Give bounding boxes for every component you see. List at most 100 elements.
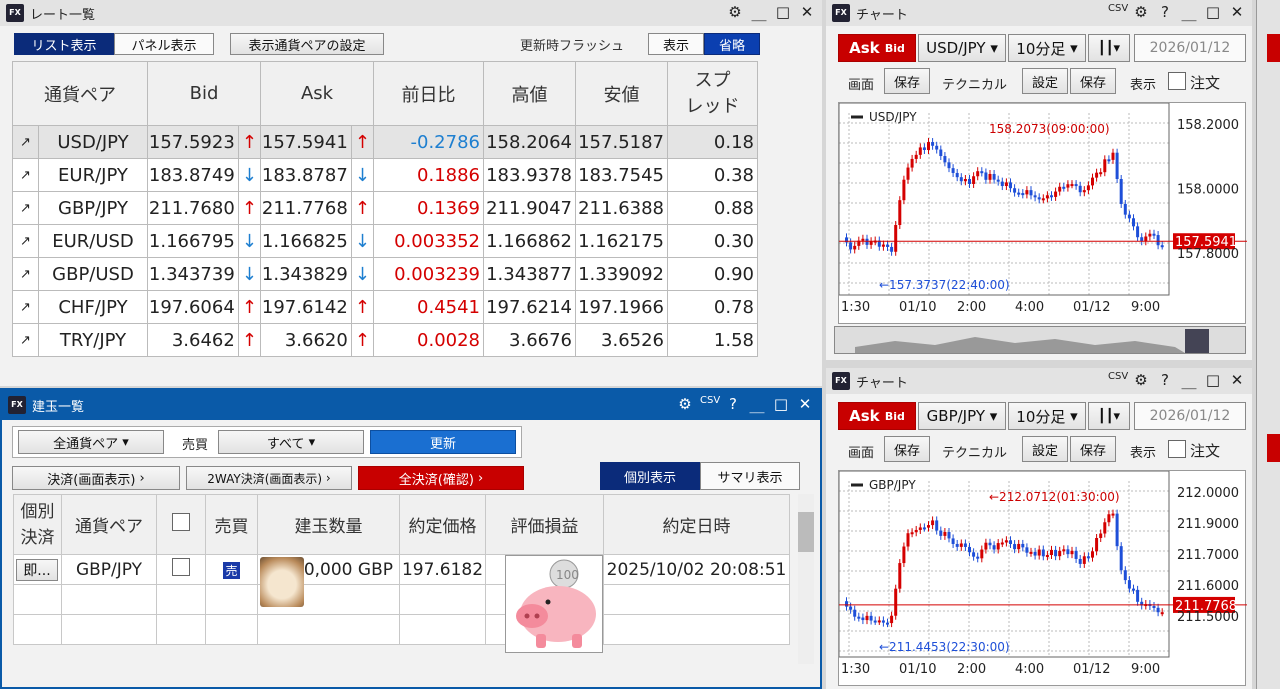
bid-cell[interactable]: 3.6462	[147, 323, 239, 357]
pair-select[interactable]: GBP/JPY ▾	[918, 402, 1006, 430]
bid-cell[interactable]: 183.8749	[147, 158, 239, 192]
close-icon[interactable]: ✕	[796, 395, 814, 416]
refresh-button[interactable]: 更新	[370, 430, 516, 454]
view-each-button[interactable]: 個別表示	[600, 462, 700, 490]
ask-cell[interactable]: 3.6620	[260, 323, 352, 357]
date-field[interactable]: 2026/01/12	[1134, 402, 1246, 430]
ask-cell[interactable]: 1.166825	[260, 224, 352, 258]
view-summary-button[interactable]: サマリ表示	[700, 462, 800, 490]
bid-cell[interactable]: 197.6064	[147, 290, 239, 324]
rate-row[interactable]: ↗ EUR/JPY 183.8749 ↓ 183.8787 ↓ 0.1886 183.9378…	[12, 158, 758, 192]
bid-cell[interactable]: 157.5923	[147, 125, 239, 159]
rate-row[interactable]: ↗ GBP/USD 1.343739 ↓ 1.343829 ↓ 0.003239 1.3438…	[12, 257, 758, 291]
svg-text:100: 100	[556, 568, 579, 582]
maximize-icon[interactable]: □	[772, 395, 790, 416]
chart-type-icon[interactable]: ┃┃▾	[1088, 34, 1130, 62]
col-high: 高値	[483, 61, 576, 126]
select-all-checkbox[interactable]	[172, 513, 190, 531]
pair-select[interactable]: USD/JPY ▾	[918, 34, 1006, 62]
settle-button[interactable]: 決済(画面表示) ›	[12, 466, 180, 490]
flash-omit-button[interactable]: 省略	[704, 33, 760, 55]
rate-list-panel: FX レート一覧 ⚙ ＿ □ ✕ リスト表示 パネル表示 表示通貨ペアの設定 更…	[0, 0, 822, 386]
csv-icon[interactable]: CSV	[1108, 371, 1128, 392]
help-icon[interactable]: ?	[1156, 3, 1174, 24]
help-icon[interactable]: ?	[724, 395, 742, 416]
x-tick-label: 01/10	[899, 662, 936, 677]
bid-cell[interactable]: 1.343739	[147, 257, 239, 291]
chart-link-icon[interactable]: ↗	[12, 257, 39, 291]
chart-link-icon[interactable]: ↗	[12, 323, 39, 357]
bid-cell[interactable]: 211.7680	[147, 191, 239, 225]
gear-icon[interactable]: ⚙	[1132, 3, 1150, 24]
timeframe-select[interactable]: 10分足 ▾	[1008, 34, 1086, 62]
rate-row[interactable]: ↗ TRY/JPY 3.6462 ↑ 3.6620 ↑ 0.0028 3.6676 3.6526…	[12, 323, 758, 357]
price-chart-gbpjpy[interactable]: GBP/JPY ←212.0712(01:30:00) ←211.4453(22:3…	[838, 470, 1249, 686]
maximize-icon[interactable]: □	[1204, 371, 1222, 392]
chart-panel-usdjpy: FX チャート CSV ⚙? ＿ □ ✕ Ask Bid USD/JPY ▾ 10分足 …	[826, 0, 1252, 360]
maximize-icon[interactable]: □	[1204, 3, 1222, 24]
technical-setting-button[interactable]: 設定	[1022, 436, 1068, 462]
minimize-icon[interactable]: ＿	[750, 3, 768, 24]
chart-link-icon[interactable]: ↗	[12, 125, 39, 159]
rate-row[interactable]: ↗ EUR/USD 1.166795 ↓ 1.166825 ↓ 0.003352 1.1668…	[12, 224, 758, 258]
csv-icon[interactable]: CSV	[700, 395, 720, 416]
row-checkbox[interactable]	[172, 558, 190, 576]
table-row[interactable]: 即... GBP/JPY 売 0,000 GBP 197.6182 2025/1…	[13, 554, 790, 607]
chart-scrollbar[interactable]	[834, 326, 1246, 354]
quick-settle-button[interactable]: 即...	[16, 558, 58, 581]
close-icon[interactable]: ✕	[1228, 371, 1246, 392]
screen-save-button[interactable]: 保存	[884, 436, 930, 462]
technical-save-button[interactable]: 保存	[1070, 68, 1116, 94]
rate-row[interactable]: ↗ GBP/JPY 211.7680 ↑ 211.7768 ↑ 0.1369 211.9047…	[12, 191, 758, 225]
tab-panel-view[interactable]: パネル表示	[114, 33, 214, 55]
ask-cell[interactable]: 1.343829	[260, 257, 352, 291]
flash-show-button[interactable]: 表示	[648, 33, 704, 55]
minimize-icon[interactable]: ＿	[748, 395, 766, 416]
ask-bid-toggle[interactable]: Ask Bid	[838, 34, 916, 62]
chart-link-icon[interactable]: ↗	[12, 158, 39, 192]
y-tick-label: 212.0000	[1177, 486, 1239, 501]
pair-setting-button[interactable]: 表示通貨ペアの設定	[230, 33, 384, 55]
twoway-settle-button[interactable]: 2WAY決済(画面表示) ›	[186, 466, 352, 490]
chart-link-icon[interactable]: ↗	[12, 290, 39, 324]
bid-cell[interactable]: 1.166795	[147, 224, 239, 258]
scrollbar[interactable]	[798, 494, 814, 664]
order-checkbox[interactable]	[1168, 72, 1186, 90]
ask-bid-toggle[interactable]: Ask Bid	[838, 402, 916, 430]
close-icon[interactable]: ✕	[798, 3, 816, 24]
rate-list-titlebar: FX レート一覧 ⚙ ＿ □ ✕	[0, 0, 822, 26]
date-field[interactable]: 2026/01/12	[1134, 34, 1246, 62]
col-change: 前日比	[373, 61, 484, 126]
technical-setting-button[interactable]: 設定	[1022, 68, 1068, 94]
ask-cell[interactable]: 157.5941	[260, 125, 352, 159]
chart-type-icon[interactable]: ┃┃▾	[1088, 402, 1130, 430]
all-settle-button[interactable]: 全決済(確認) ›	[358, 466, 524, 490]
technical-save-button[interactable]: 保存	[1070, 436, 1116, 462]
csv-icon[interactable]: CSV	[1108, 3, 1128, 24]
minimize-icon[interactable]: ＿	[1180, 3, 1198, 24]
x-tick-label: 2:00	[957, 662, 986, 677]
rate-row[interactable]: ↗ USD/JPY 157.5923 ↑ 157.5941 ↑ -0.2786 158.206…	[12, 125, 758, 159]
price-chart-usdjpy[interactable]: USD/JPY 158.2073(09:00:00) ←157.3737(22:40…	[838, 102, 1249, 324]
order-checkbox[interactable]	[1168, 440, 1186, 458]
ask-cell[interactable]: 197.6142	[260, 290, 352, 324]
chart-link-icon[interactable]: ↗	[12, 191, 39, 225]
screen-save-button[interactable]: 保存	[884, 68, 930, 94]
minimize-icon[interactable]: ＿	[1180, 371, 1198, 392]
pair-filter-select[interactable]: 全通貨ペア ▾	[18, 430, 164, 454]
gear-icon[interactable]: ⚙	[1132, 371, 1150, 392]
spread-cell: 0.90	[667, 257, 758, 291]
chart-link-icon[interactable]: ↗	[12, 224, 39, 258]
close-icon[interactable]: ✕	[1228, 3, 1246, 24]
settings-icon[interactable]: ⚙	[676, 395, 694, 416]
side-filter-select[interactable]: すべて ▾	[218, 430, 364, 454]
rate-row[interactable]: ↗ CHF/JPY 197.6064 ↑ 197.6142 ↑ 0.4541 197.6214…	[12, 290, 758, 324]
tab-list-view[interactable]: リスト表示	[14, 33, 114, 55]
settings-icon[interactable]: ⚙	[726, 3, 744, 24]
ask-cell[interactable]: 211.7768	[260, 191, 352, 225]
ask-cell[interactable]: 183.8787	[260, 158, 352, 192]
timeframe-select[interactable]: 10分足 ▾	[1008, 402, 1086, 430]
display-label: 表示	[1130, 446, 1157, 461]
maximize-icon[interactable]: □	[774, 3, 792, 24]
help-icon[interactable]: ?	[1156, 371, 1174, 392]
